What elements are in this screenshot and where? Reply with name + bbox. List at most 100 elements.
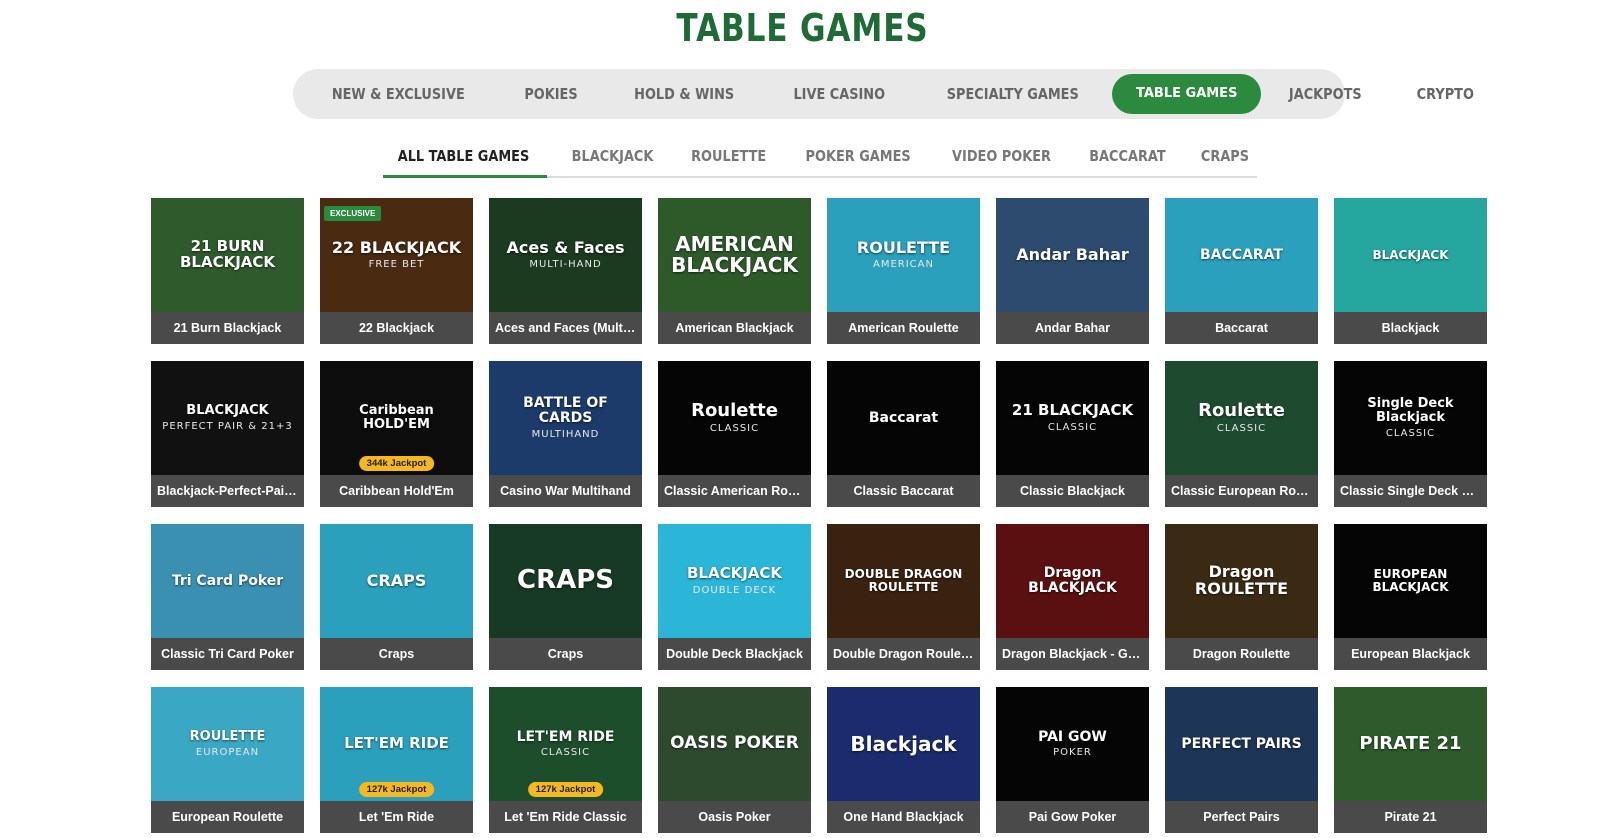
game-card[interactable]: LET'EM RIDE 127k Jackpot Let 'Em Ride xyxy=(320,687,473,833)
game-card[interactable]: EUROPEAN BLACKJACK European Blackjack xyxy=(1334,524,1487,670)
game-title[interactable]: Craps xyxy=(320,638,473,670)
game-title[interactable]: Pirate 21 xyxy=(1334,801,1487,833)
game-title[interactable]: Classic Single Deck Blackjack xyxy=(1334,475,1487,507)
subtab-poker-games[interactable]: POKER GAMES xyxy=(802,141,914,176)
game-card[interactable]: AMERICAN BLACKJACK American Blackjack xyxy=(658,198,811,344)
game-title[interactable]: Andar Bahar xyxy=(996,312,1149,344)
game-title[interactable]: American Blackjack xyxy=(658,312,811,344)
game-title[interactable]: Dragon Blackjack - Guaranteed Multiplier xyxy=(996,638,1149,670)
game-thumbnail[interactable]: CRAPS xyxy=(489,524,642,638)
category-tab-new-exclusive[interactable]: NEW & EXCLUSIVE xyxy=(313,74,484,114)
game-card[interactable]: Caribbean HOLD'EM 344k Jackpot Caribbean H… xyxy=(320,361,473,507)
game-card[interactable]: BATTLE OF CARDS MULTIHAND Casino War Multi… xyxy=(489,361,642,507)
game-title[interactable]: European Roulette xyxy=(151,801,304,833)
game-title[interactable]: Classic Blackjack xyxy=(996,475,1149,507)
game-thumbnail[interactable]: 22 BLACKJACK FREE BET EXCLUSIVE xyxy=(320,198,473,312)
subtab-baccarat[interactable]: BACCARAT xyxy=(1086,141,1169,176)
game-thumbnail[interactable]: LET'EM RIDE 127k Jackpot xyxy=(320,687,473,801)
game-title[interactable]: Aces and Faces (Multi-Hand) xyxy=(489,312,642,344)
game-thumbnail[interactable]: Caribbean HOLD'EM 344k Jackpot xyxy=(320,361,473,475)
game-thumbnail[interactable]: EUROPEAN BLACKJACK xyxy=(1334,524,1487,638)
game-thumbnail[interactable]: Dragon BLACKJACK xyxy=(996,524,1149,638)
game-card[interactable]: BACCARAT Baccarat xyxy=(1165,198,1318,344)
game-thumbnail[interactable]: BACCARAT xyxy=(1165,198,1318,312)
game-card[interactable]: OASIS POKER Oasis Poker xyxy=(658,687,811,833)
game-title[interactable]: Craps xyxy=(489,638,642,670)
game-thumbnail[interactable]: CRAPS xyxy=(320,524,473,638)
game-card[interactable]: CRAPS Craps xyxy=(320,524,473,670)
game-title[interactable]: 21 Burn Blackjack xyxy=(151,312,304,344)
game-thumbnail[interactable]: BATTLE OF CARDS MULTIHAND xyxy=(489,361,642,475)
game-card[interactable]: PIRATE 21 Pirate 21 xyxy=(1334,687,1487,833)
game-thumbnail[interactable]: ROULETTE AMERICAN xyxy=(827,198,980,312)
game-thumbnail[interactable]: PERFECT PAIRS xyxy=(1165,687,1318,801)
game-card[interactable]: PAI GOW POKER Pai Gow Poker xyxy=(996,687,1149,833)
game-card[interactable]: Andar Bahar Andar Bahar xyxy=(996,198,1149,344)
game-thumbnail[interactable]: Blackjack xyxy=(827,687,980,801)
game-thumbnail[interactable]: AMERICAN BLACKJACK xyxy=(658,198,811,312)
subtab-blackjack[interactable]: BLACKJACK xyxy=(568,141,657,176)
game-card[interactable]: Roulette CLASSIC Classic European Roulette xyxy=(1165,361,1318,507)
game-title[interactable]: Casino War Multihand xyxy=(489,475,642,507)
subtab-roulette[interactable]: ROULETTE xyxy=(687,141,769,176)
category-tab-crypto[interactable]: CRYPTO xyxy=(1398,74,1493,114)
game-card[interactable]: Blackjack One Hand Blackjack xyxy=(827,687,980,833)
game-thumbnail[interactable]: OASIS POKER xyxy=(658,687,811,801)
game-thumbnail[interactable]: BLACKJACK xyxy=(1334,198,1487,312)
game-thumbnail[interactable]: Roulette CLASSIC xyxy=(658,361,811,475)
game-card[interactable]: 21 BLACKJACK CLASSIC Classic Blackjack xyxy=(996,361,1149,507)
game-title[interactable]: Classic Tri Card Poker xyxy=(151,638,304,670)
game-card[interactable]: BLACKJACK PERFECT PAIR & 21+3 Blackjack-Pe… xyxy=(151,361,304,507)
category-tab-specialty-games[interactable]: SPECIALTY GAMES xyxy=(928,74,1098,114)
game-title[interactable]: Perfect Pairs xyxy=(1165,801,1318,833)
game-thumbnail[interactable]: PIRATE 21 xyxy=(1334,687,1487,801)
game-card[interactable]: ROULETTE EUROPEAN European Roulette xyxy=(151,687,304,833)
game-thumbnail[interactable]: Single Deck Blackjack CLASSIC xyxy=(1334,361,1487,475)
game-thumbnail[interactable]: Tri Card Poker xyxy=(151,524,304,638)
game-thumbnail[interactable]: BLACKJACK DOUBLE DECK xyxy=(658,524,811,638)
game-thumbnail[interactable]: Aces & Faces MULTI-HAND xyxy=(489,198,642,312)
game-thumbnail[interactable]: PAI GOW POKER xyxy=(996,687,1149,801)
game-title[interactable]: Classic European Roulette xyxy=(1165,475,1318,507)
game-title[interactable]: Double Dragon Roulette xyxy=(827,638,980,670)
category-tab-jackpots[interactable]: JACKPOTS xyxy=(1270,74,1381,114)
game-title[interactable]: Oasis Poker xyxy=(658,801,811,833)
game-card[interactable]: BLACKJACK DOUBLE DECK Double Deck Blackjac… xyxy=(658,524,811,670)
subtab-video-poker[interactable]: VIDEO POKER xyxy=(948,141,1054,176)
game-card[interactable]: DOUBLE DRAGON ROULETTE Double Dragon Roul… xyxy=(827,524,980,670)
game-card[interactable]: LET'EM RIDE CLASSIC 127k Jackpot Let 'Em Ri… xyxy=(489,687,642,833)
game-thumbnail[interactable]: LET'EM RIDE CLASSIC 127k Jackpot xyxy=(489,687,642,801)
game-card[interactable]: ROULETTE AMERICAN American Roulette xyxy=(827,198,980,344)
category-tab-pokies[interactable]: POKIES xyxy=(505,74,596,114)
game-title[interactable]: 22 Blackjack xyxy=(320,312,473,344)
game-title[interactable]: Double Deck Blackjack xyxy=(658,638,811,670)
game-title[interactable]: Caribbean Hold'Em xyxy=(320,475,473,507)
game-title[interactable]: Classic American Roulette xyxy=(658,475,811,507)
game-card[interactable]: CRAPS Craps xyxy=(489,524,642,670)
game-card[interactable]: 21 BURN BLACKJACK 21 Burn Blackjack xyxy=(151,198,304,344)
game-card[interactable]: Dragon ROULETTE Dragon Roulette xyxy=(1165,524,1318,670)
game-title[interactable]: Dragon Roulette xyxy=(1165,638,1318,670)
game-card[interactable]: Roulette CLASSIC Classic American Roulette xyxy=(658,361,811,507)
subtab-all-table-games[interactable]: ALL TABLE GAMES xyxy=(394,141,532,176)
game-title[interactable]: Classic Baccarat xyxy=(827,475,980,507)
category-tab-table-games[interactable]: TABLE GAMES xyxy=(1112,74,1262,114)
game-card[interactable]: PERFECT PAIRS Perfect Pairs xyxy=(1165,687,1318,833)
game-thumbnail[interactable]: Dragon ROULETTE xyxy=(1165,524,1318,638)
game-card[interactable]: Single Deck Blackjack CLASSIC Classic Sing… xyxy=(1334,361,1487,507)
game-card[interactable]: BLACKJACK Blackjack xyxy=(1334,198,1487,344)
game-thumbnail[interactable]: DOUBLE DRAGON ROULETTE xyxy=(827,524,980,638)
category-tab-hold-wins[interactable]: HOLD & WINS xyxy=(615,74,753,114)
game-title[interactable]: Baccarat xyxy=(1165,312,1318,344)
game-thumbnail[interactable]: Baccarat xyxy=(827,361,980,475)
game-card[interactable]: Tri Card Poker Classic Tri Card Poker xyxy=(151,524,304,670)
game-thumbnail[interactable]: 21 BURN BLACKJACK xyxy=(151,198,304,312)
game-card[interactable]: Dragon BLACKJACK Dragon Blackjack - Guara… xyxy=(996,524,1149,670)
game-title[interactable]: Let 'Em Ride xyxy=(320,801,473,833)
game-thumbnail[interactable]: Roulette CLASSIC xyxy=(1165,361,1318,475)
game-title[interactable]: One Hand Blackjack xyxy=(827,801,980,833)
subtab-craps[interactable]: CRAPS xyxy=(1198,141,1253,176)
game-thumbnail[interactable]: ROULETTE EUROPEAN xyxy=(151,687,304,801)
game-card[interactable]: Aces & Faces MULTI-HAND Aces and Faces (Mu… xyxy=(489,198,642,344)
game-title[interactable]: American Roulette xyxy=(827,312,980,344)
